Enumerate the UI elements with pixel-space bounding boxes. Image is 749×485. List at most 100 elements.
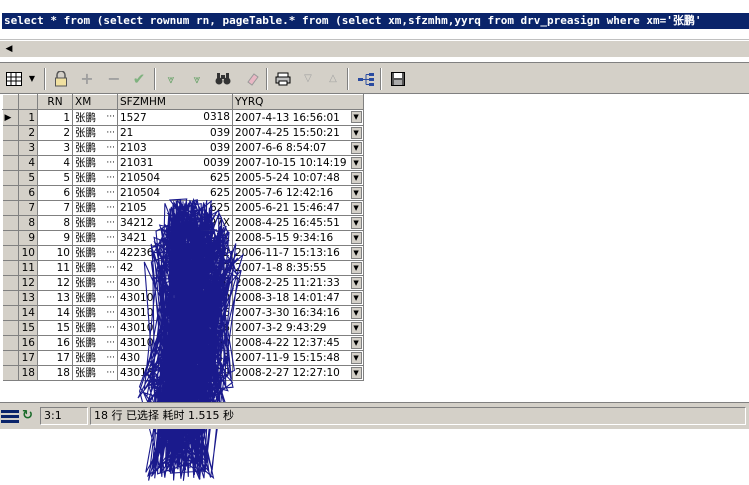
cell-rn[interactable]: 11 (37, 260, 73, 276)
editor-horizontal-scrollbar[interactable]: ◀ (0, 40, 749, 57)
cell-rn[interactable]: 15 (37, 320, 73, 336)
cell-yyrq[interactable]: 2006-11-7 15:13:16 ▼ (232, 245, 364, 261)
cell-sfzmhm[interactable]: 2103 039 (117, 140, 233, 156)
ellipsis-button[interactable]: ··· (106, 276, 115, 290)
dropdown-arrow-icon[interactable]: ▼ (25, 69, 39, 89)
cell-yyrq[interactable]: 2008-4-22 12:37:45 ▼ (232, 335, 364, 351)
cell-xm[interactable]: 张鹏 ··· (72, 305, 118, 321)
ellipsis-button[interactable]: ··· (106, 186, 115, 200)
cell-xm[interactable]: 张鹏 ··· (72, 215, 118, 231)
cell-xm[interactable]: 张鹏 ··· (72, 320, 118, 336)
clear-query-icon[interactable]: ⩔ (187, 69, 207, 89)
cell-sfzmhm[interactable]: 210504 625 (117, 170, 233, 186)
chevron-down-icon[interactable]: ▼ (350, 111, 362, 123)
chevron-down-icon[interactable]: ▼ (350, 142, 362, 154)
cell-sfzmhm[interactable]: 21031 0039 (117, 155, 233, 171)
cell-sfzmhm[interactable]: 21 039 (117, 125, 233, 141)
cell-yyrq[interactable]: 2008-5-15 9:34:16 ▼ (232, 230, 364, 246)
cell-yyrq[interactable]: 2008-4-25 16:45:51 ▼ (232, 215, 364, 231)
cell-rn[interactable]: 4 (37, 155, 73, 171)
row-indicator[interactable] (2, 185, 19, 201)
cell-yyrq[interactable]: 2007-3-30 16:34:16 ▼ (232, 305, 364, 321)
cell-xm[interactable]: 张鹏 ··· (72, 140, 118, 156)
table-row[interactable]: 4 4 张鹏 ··· 21031 0039 2007-10-15 10:14:19 ▼ (2, 155, 364, 171)
chevron-down-icon[interactable]: ▼ (350, 352, 362, 364)
row-indicator[interactable] (2, 305, 19, 321)
row-indicator[interactable] (2, 200, 19, 216)
cell-xm[interactable]: 张鹏 ··· (72, 155, 118, 171)
cell-xm[interactable]: 张鹏 ··· (72, 200, 118, 216)
cell-rn[interactable]: 1 (37, 109, 73, 126)
eraser-icon[interactable] (243, 69, 263, 89)
chevron-down-icon[interactable]: ▼ (350, 322, 362, 334)
grid-icon[interactable] (4, 69, 24, 89)
chevron-down-icon[interactable]: ▼ (350, 172, 362, 184)
chevron-down-icon[interactable]: ▼ (350, 292, 362, 304)
row-indicator[interactable] (2, 320, 19, 336)
find-icon[interactable] (213, 69, 233, 89)
cell-yyrq[interactable]: 2008-2-27 12:27:10 ▼ (232, 365, 364, 381)
ellipsis-button[interactable]: ··· (106, 126, 115, 140)
table-row[interactable]: ▶ 1 1 张鹏 ··· 1527 0318 2007-4-13 16:56:01 ▼ (2, 109, 364, 126)
cell-yyrq[interactable]: 2005-7-6 12:42:16 ▼ (232, 185, 364, 201)
chevron-down-icon[interactable]: ▼ (350, 157, 362, 169)
chevron-down-icon[interactable]: ▼ (350, 247, 362, 259)
cell-xm[interactable]: 张鹏 ··· (72, 185, 118, 201)
row-indicator[interactable] (2, 290, 19, 306)
chevron-down-icon[interactable]: ▼ (350, 217, 362, 229)
ellipsis-button[interactable]: ··· (106, 141, 115, 155)
cell-xm[interactable]: 张鹏 ··· (72, 260, 118, 276)
post-icon[interactable]: ✔ (129, 69, 149, 89)
row-indicator[interactable] (2, 230, 19, 246)
sql-editor[interactable]: select * from (select rownum rn, pageTab… (0, 0, 749, 40)
cell-xm[interactable]: 张鹏 ··· (72, 290, 118, 306)
row-indicator[interactable] (2, 215, 19, 231)
cell-rn[interactable]: 16 (37, 335, 73, 351)
column-header-yyrq[interactable]: YYRQ (232, 94, 364, 110)
row-indicator[interactable] (2, 125, 19, 141)
cell-yyrq[interactable]: 2007-3-2 9:43:29 ▼ (232, 320, 364, 336)
ellipsis-button[interactable]: ··· (106, 306, 115, 320)
row-indicator[interactable] (2, 260, 19, 276)
chevron-down-icon[interactable]: ▼ (350, 307, 362, 319)
table-row[interactable]: 2 2 张鹏 ··· 21 039 2007-4-25 15:50:21 ▼ (2, 125, 364, 141)
cell-yyrq[interactable]: 2008-3-18 14:01:47 ▼ (232, 290, 364, 306)
ellipsis-button[interactable]: ··· (106, 201, 115, 215)
refresh-icon[interactable]: ↻ (22, 408, 38, 424)
table-row[interactable]: 5 5 张鹏 ··· 210504 625 2005-5-24 10:07:48 ▼ (2, 170, 364, 186)
cell-yyrq[interactable]: 2008-2-25 11:21:33 ▼ (232, 275, 364, 291)
scroll-left-arrow-icon[interactable]: ◀ (2, 42, 16, 56)
ellipsis-button[interactable]: ··· (106, 246, 115, 260)
chevron-down-icon[interactable]: ▼ (350, 187, 362, 199)
row-indicator[interactable] (2, 335, 19, 351)
row-indicator[interactable] (2, 155, 19, 171)
cell-rn[interactable]: 7 (37, 200, 73, 216)
chevron-down-icon[interactable]: ▼ (350, 127, 362, 139)
ellipsis-button[interactable]: ··· (106, 231, 115, 245)
ellipsis-button[interactable]: ··· (106, 366, 115, 380)
row-indicator[interactable] (2, 350, 19, 366)
previous-icon[interactable]: △ (323, 69, 343, 89)
cell-rn[interactable]: 14 (37, 305, 73, 321)
cell-xm[interactable]: 张鹏 ··· (72, 245, 118, 261)
cell-xm[interactable]: 张鹏 ··· (72, 275, 118, 291)
ellipsis-button[interactable]: ··· (106, 336, 115, 350)
cell-rn[interactable]: 18 (37, 365, 73, 381)
cell-rn[interactable]: 8 (37, 215, 73, 231)
chevron-down-icon[interactable]: ▼ (350, 367, 362, 379)
cell-rn[interactable]: 17 (37, 350, 73, 366)
cell-xm[interactable]: 张鹏 ··· (72, 350, 118, 366)
add-record-icon[interactable]: + (77, 69, 97, 89)
row-indicator[interactable] (2, 170, 19, 186)
cell-yyrq[interactable]: 2005-6-21 15:46:47 ▼ (232, 200, 364, 216)
cell-yyrq[interactable]: 2007-4-25 15:50:21 ▼ (232, 125, 364, 141)
cell-rn[interactable]: 10 (37, 245, 73, 261)
cell-xm[interactable]: 张鹏 ··· (72, 335, 118, 351)
chevron-down-icon[interactable]: ▼ (350, 262, 362, 274)
cell-rn[interactable]: 5 (37, 170, 73, 186)
lock-icon[interactable] (51, 69, 71, 89)
ellipsis-button[interactable]: ··· (106, 321, 115, 335)
table-row[interactable]: 3 3 张鹏 ··· 2103 039 2007-6-6 8:54:07 ▼ (2, 140, 364, 156)
cell-yyrq[interactable]: 2007-10-15 10:14:19 ▼ (232, 155, 364, 171)
cell-yyrq[interactable]: 2007-6-6 8:54:07 ▼ (232, 140, 364, 156)
